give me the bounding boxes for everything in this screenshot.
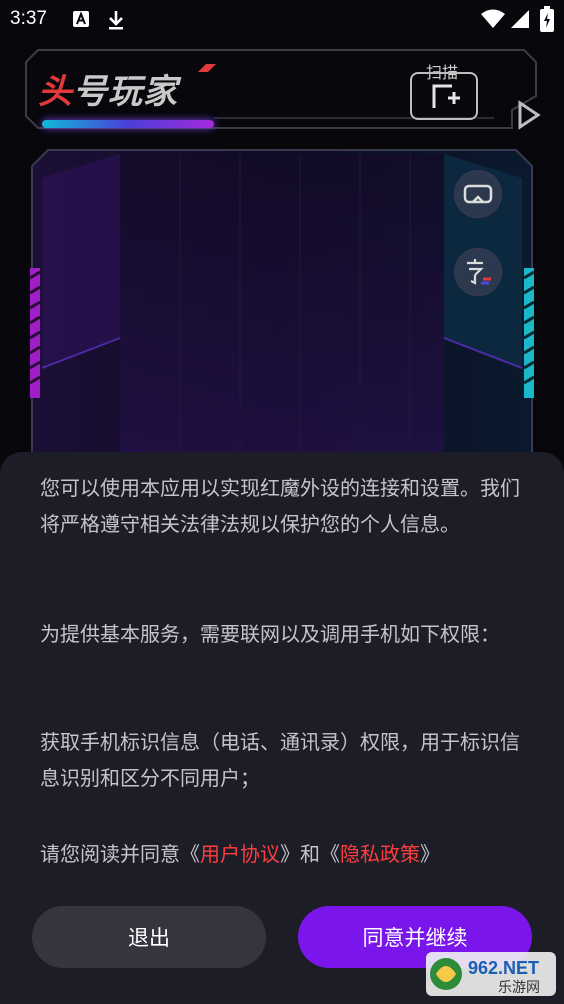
- exit-button[interactable]: 退出: [32, 906, 266, 968]
- dialog-phone-id-text: 获取手机标识信息（电话、通讯录）权限，用于标识信息识别和区分不同用户；: [40, 730, 520, 790]
- left-side-stripes: [30, 268, 41, 398]
- status-time: 3:37: [10, 8, 47, 29]
- vr-headset-button[interactable]: [454, 170, 502, 218]
- subtitle-icon: [467, 259, 491, 285]
- scan-button[interactable]: [410, 72, 478, 120]
- user-agreement-link[interactable]: 用户协议: [200, 842, 280, 866]
- dialog-consent-text: 请您阅读并同意《用户协议》和《隐私政策》: [40, 842, 440, 866]
- dialog-permission-text: 为提供基本服务，需要联网以及调用手机如下权限：: [40, 622, 500, 646]
- header-glow-bar: [42, 120, 214, 128]
- wifi-icon: [481, 9, 505, 28]
- app-logo: 头号玩家: [38, 72, 178, 112]
- download-icon: [109, 11, 123, 30]
- watermark-sub: 乐游网: [498, 980, 540, 996]
- privacy-policy-link[interactable]: 隐私政策: [340, 842, 420, 866]
- dialog-intro-text: 您可以使用本应用以实现红魔外设的连接和设置。我们将严格遵守相关法律法规以保护您的…: [40, 476, 520, 536]
- right-side-stripes: [523, 268, 534, 398]
- a-notification-icon: [73, 11, 89, 27]
- watermark-brand: 962.NET: [468, 958, 539, 978]
- subtitle-button[interactable]: [454, 248, 502, 296]
- signal-icon: [511, 10, 529, 28]
- battery-icon: [540, 6, 554, 32]
- watermark-logo: 962.NET 乐游网: [426, 952, 556, 996]
- vr-headset-icon: [463, 184, 493, 204]
- expand-arrow-icon[interactable]: [516, 100, 542, 130]
- scan-add-icon: [432, 84, 460, 108]
- logo-accent-icon: [198, 64, 216, 72]
- status-bar: 3:37: [0, 0, 564, 40]
